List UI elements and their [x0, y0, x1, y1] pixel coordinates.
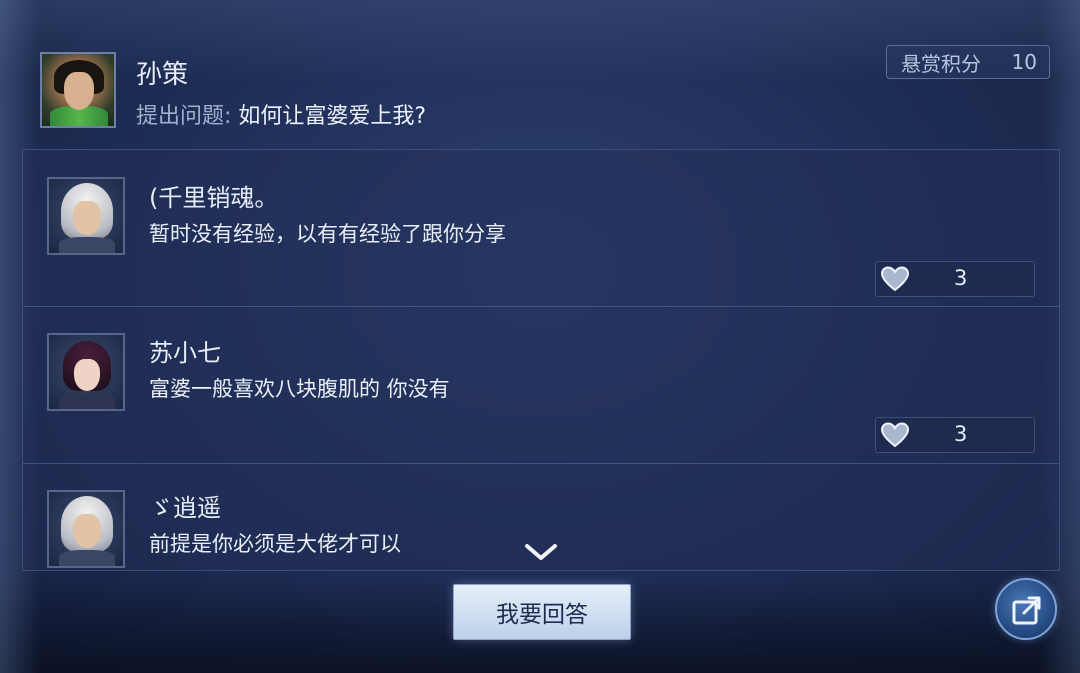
answer-text: 暂时没有经验，以有有经验了跟你分享 — [149, 222, 506, 246]
answer-name: 苏小七 — [149, 339, 221, 367]
like-button[interactable]: 3 — [875, 417, 1035, 453]
answers-list[interactable]: (千里销魂。 暂时没有经验，以有有经验了跟你分享 3 苏小七 富婆一般喜欢八块腹… — [22, 149, 1060, 571]
heart-icon — [880, 422, 910, 448]
answer-name: (千里销魂。 — [149, 184, 279, 212]
answer-text: 富婆一般喜欢八块腹肌的 你没有 — [149, 377, 450, 401]
answer-item: (千里销魂。 暂时没有经验，以有有经验了跟你分享 3 — [23, 150, 1059, 307]
like-count: 3 — [954, 266, 968, 290]
heart-icon — [880, 266, 910, 292]
answer-name: ゞ逍遥 — [149, 494, 221, 522]
answer-avatar[interactable] — [47, 490, 125, 568]
asker-avatar[interactable] — [40, 52, 116, 128]
answer-avatar[interactable] — [47, 333, 125, 411]
chevron-down-icon[interactable] — [524, 543, 558, 563]
like-count: 3 — [954, 422, 968, 446]
answer-button[interactable]: 我要回答 — [453, 584, 631, 640]
bounty-value: 10 — [1011, 50, 1037, 74]
bounty-label: 悬赏积分 — [901, 51, 981, 76]
answer-text: 前提是你必须是大佬才可以 — [149, 532, 401, 556]
answer-avatar[interactable] — [47, 177, 125, 255]
like-button[interactable]: 3 — [875, 261, 1035, 297]
bounty-points: 悬赏积分 10 — [886, 45, 1050, 79]
question-text: 如何让富婆爱上我? — [238, 104, 427, 129]
asker-name: 孙策 — [136, 60, 189, 90]
answer-item: 苏小七 富婆一般喜欢八块腹肌的 你没有 3 — [23, 307, 1059, 464]
share-button[interactable] — [995, 578, 1057, 640]
question-label: 提出问题: — [136, 104, 232, 129]
share-icon — [1012, 596, 1041, 625]
question-row: 提出问题: 如何让富婆爱上我? — [136, 98, 426, 130]
